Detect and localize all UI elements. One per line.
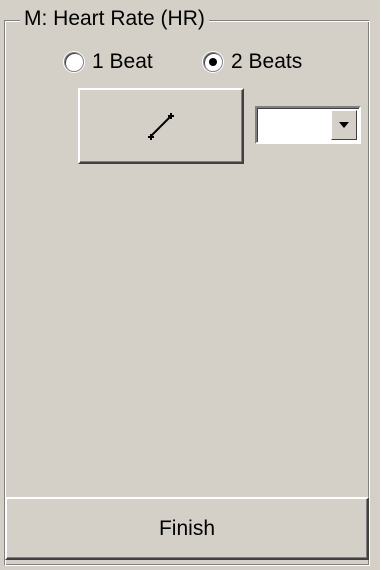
radio-2-beats-circle[interactable]	[203, 52, 223, 72]
finish-button-label: Finish	[158, 516, 216, 540]
option-combobox[interactable]	[255, 106, 361, 144]
radio-1-beat-circle[interactable]	[64, 52, 84, 72]
radio-selected-dot	[209, 58, 217, 66]
finish-button[interactable]: Finish	[5, 497, 369, 560]
chevron-down-icon	[339, 122, 349, 128]
radio-2-beats[interactable]: 2 Beats	[203, 50, 302, 74]
groupbox-title: M: Heart Rate (HR)	[20, 7, 209, 31]
radio-2-beats-label: 2 Beats	[231, 50, 303, 73]
measure-line-icon	[148, 113, 174, 140]
radio-1-beat[interactable]: 1 Beat	[64, 50, 153, 74]
measure-tool-button[interactable]	[78, 88, 244, 164]
combobox-dropdown-button[interactable]	[331, 110, 357, 140]
radio-1-beat-label: 1 Beat	[92, 50, 153, 73]
heart-rate-panel: M: Heart Rate (HR) 1 Beat 2 Beats Finish	[0, 0, 380, 570]
